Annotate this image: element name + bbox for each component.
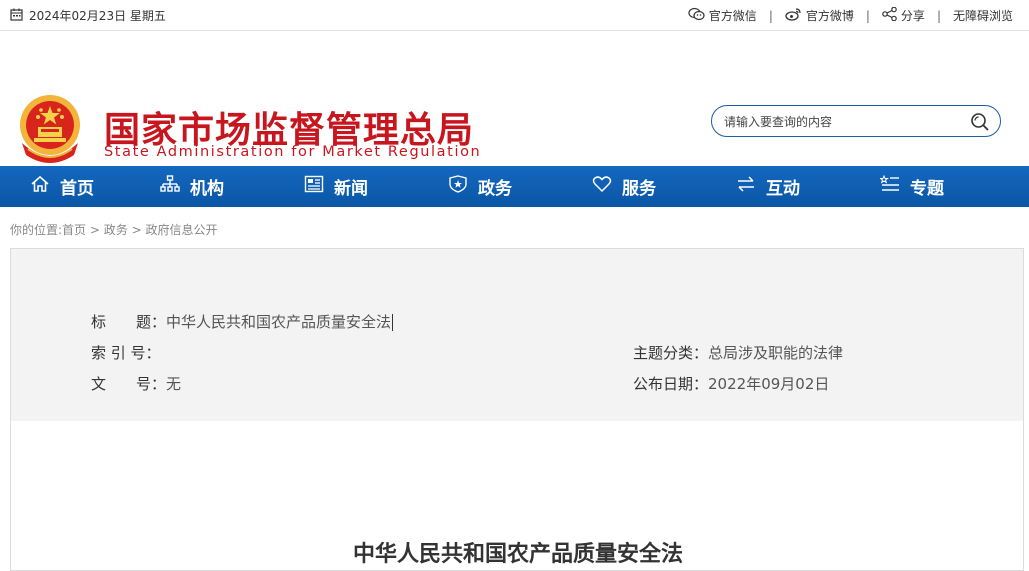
wechat-icon: [688, 7, 705, 24]
search-icon: [971, 113, 989, 131]
nav-item-home[interactable]: 首页: [0, 166, 120, 207]
nav-item-topics[interactable]: 专题: [840, 166, 984, 207]
meta-title-row: 标 题：中华人民共和国农产品质量安全法: [91, 311, 394, 332]
exchange-icon: [736, 175, 756, 198]
meta-docno-value: 无: [166, 375, 182, 393]
breadcrumb-home[interactable]: 首页: [62, 223, 86, 237]
weibo-label: 官方微博: [805, 9, 854, 23]
meta-docno-row: 文 号：无: [91, 373, 181, 394]
meta-index-label: 索 引 号：: [91, 344, 161, 362]
calendar-icon: [10, 8, 23, 24]
text-cursor: [392, 314, 394, 331]
search-input[interactable]: [722, 112, 966, 132]
document-content: 中华人民共和国农产品质量安全法: [10, 421, 1024, 571]
meta-title-value: 中华人民共和国农产品质量安全法: [166, 313, 392, 331]
meta-category-label: 主题分类：: [633, 344, 709, 362]
nav-label: 互动: [766, 179, 800, 199]
wechat-label: 官方微信: [708, 9, 757, 23]
nav-item-news[interactable]: 新闻: [264, 166, 408, 207]
weibo-icon: [785, 7, 802, 24]
meta-docno-label: 文 号：: [91, 375, 167, 393]
nav-item-interaction[interactable]: 互动: [696, 166, 840, 207]
share-icon: [882, 6, 897, 24]
meta-index-row: 索 引 号：: [91, 342, 161, 363]
list-star-icon: [879, 174, 900, 198]
home-icon: [30, 175, 50, 198]
breadcrumb-sep: >: [89, 223, 100, 237]
main-nav: 首页 机构 新闻 政务 服务 互动 专题: [0, 166, 1029, 207]
document-title: 中华人民共和国农产品质量安全法: [352, 542, 683, 567]
org-chart-icon: [160, 175, 180, 198]
nav-item-government[interactable]: 政务: [408, 166, 552, 207]
header: 国家市场监督管理总局 State Administration for Mark…: [0, 31, 1029, 167]
meta-category-row: 主题分类：总局涉及职能的法律: [633, 342, 843, 363]
breadcrumb-prefix: 你的位置:: [10, 223, 63, 237]
national-emblem-icon: [14, 91, 86, 165]
news-icon: [304, 175, 324, 198]
share-link[interactable]: 分享: [882, 6, 925, 24]
share-label: 分享: [900, 9, 925, 23]
separator: |: [768, 8, 773, 23]
top-bar: 2024年02月23日 星期五 官方微信 | 官方微博 | 分享 | 无障碍浏览: [0, 0, 1029, 31]
nav-label: 专题: [910, 179, 944, 199]
document-meta-panel: 标 题：中华人民共和国农产品质量安全法 索 引 号： 文 号：无 主题分类：总局…: [10, 248, 1024, 422]
breadcrumb: 你的位置:首页 > 政务 > 政府信息公开: [10, 221, 218, 238]
nav-label: 新闻: [334, 179, 368, 199]
meta-date-row: 公布日期：2022年09月02日: [633, 373, 829, 394]
current-date: 2024年02月23日 星期五: [29, 9, 166, 23]
search-box: [711, 105, 1001, 137]
breadcrumb-sep: >: [131, 223, 142, 237]
nav-label: 机构: [190, 179, 224, 199]
accessible-browse-link[interactable]: 无障碍浏览: [953, 7, 1013, 24]
shield-icon: [448, 175, 468, 198]
site-title-english: State Administration for Market Regulati…: [104, 144, 482, 160]
search-button[interactable]: [970, 112, 990, 132]
nav-item-org[interactable]: 机构: [120, 166, 264, 207]
nav-item-service[interactable]: 服务: [552, 166, 696, 207]
nav-label: 首页: [60, 179, 94, 199]
wechat-link[interactable]: 官方微信: [688, 7, 757, 24]
breadcrumb-government[interactable]: 政务: [104, 223, 128, 237]
meta-date-label: 公布日期：: [633, 375, 709, 393]
meta-title-label: 标 题：: [91, 313, 167, 331]
top-links: 官方微信 | 官方微博 | 分享 | 无障碍浏览: [688, 6, 1013, 24]
separator: |: [865, 8, 870, 23]
meta-date-value: 2022年09月02日: [708, 375, 830, 393]
nav-label: 政务: [478, 179, 512, 199]
breadcrumb-info-disclosure[interactable]: 政府信息公开: [146, 223, 218, 237]
nav-label: 服务: [622, 179, 656, 199]
heart-icon: [592, 175, 612, 198]
date-area: 2024年02月23日 星期五: [10, 7, 166, 24]
meta-category-value: 总局涉及职能的法律: [708, 344, 844, 362]
weibo-link[interactable]: 官方微博: [785, 7, 854, 24]
separator: |: [936, 8, 941, 23]
